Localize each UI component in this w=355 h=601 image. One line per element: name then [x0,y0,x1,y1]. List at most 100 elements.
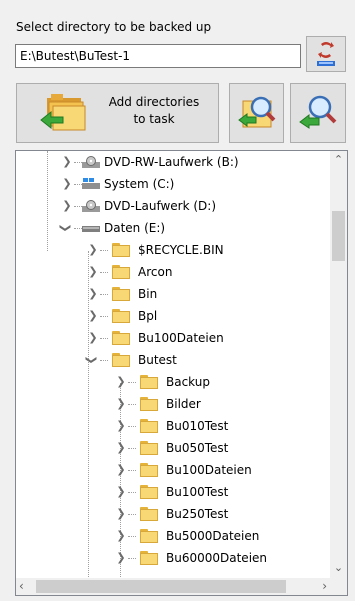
folder-icon [140,441,158,455]
tree-item-folder[interactable]: ❯ Bu100Dateien [16,459,326,481]
chevron-right-icon[interactable]: ❯ [116,415,126,437]
tree-item-drive-b[interactable]: ❯ DVD-RW-Laufwerk (B:) [16,151,326,173]
folder-icon [140,507,158,521]
tree-connector [100,250,108,251]
chevron-down-icon[interactable]: ❯ [54,223,76,233]
folder-icon [140,463,158,477]
search-arrow-button[interactable] [290,83,346,143]
tree-item-drive-e[interactable]: ❯ Daten (E:) [16,217,326,239]
chevron-right-icon[interactable]: ❯ [88,327,98,349]
chevron-right-icon[interactable]: ❯ [88,305,98,327]
folder-icon [140,419,158,433]
tree-item-label: Bu050Test [166,441,229,455]
tree-item-folder-expanded[interactable]: ❯ Butest [16,349,326,371]
tree-connector [74,184,82,185]
tree-connector [100,338,108,339]
folder-icon [112,353,130,367]
refresh-drive-icon [317,42,335,66]
tree-item-label: Bin [138,287,158,301]
tree-connector [128,448,136,449]
scroll-left-icon[interactable]: ‹ [19,578,24,595]
tree-item-folder[interactable]: ❯ Bu100Dateien [16,327,326,349]
chevron-down-icon[interactable]: ❯ [80,355,102,365]
tree-item-folder[interactable]: ❯ Bu60000Dateien [16,547,326,569]
tree-connector [128,382,136,383]
chevron-right-icon[interactable]: ❯ [116,459,126,481]
tree-item-folder[interactable]: ❯ Bu250Test [16,503,326,525]
tree-connector [128,404,136,405]
directory-tree[interactable]: ❯ DVD-RW-Laufwerk (B:) ❯ System (C:) ❯ D… [15,150,348,596]
chevron-right-icon[interactable]: ❯ [88,283,98,305]
tree-item-drive-c[interactable]: ❯ System (C:) [16,173,326,195]
scroll-down-icon[interactable]: ⌄ [330,561,347,577]
tree-connector [128,492,136,493]
tree-item-label: Daten (E:) [104,221,166,235]
hard-drive-icon [82,226,100,232]
tree-item-label: DVD-Laufwerk (D:) [104,199,217,213]
tree-connector [100,360,108,361]
tree-connector [100,272,108,273]
horizontal-scrollbar[interactable]: ‹ › [16,578,347,595]
vertical-scroll-thumb[interactable] [332,211,345,261]
dvd-drive-icon [82,200,100,212]
tree-item-folder[interactable]: ❯ Bin [16,283,326,305]
tree-connector [100,294,108,295]
tree-item-label: Butest [138,353,177,367]
tree-item-folder[interactable]: ❯ $RECYCLE.BIN [16,239,326,261]
folder-icon [112,287,130,301]
chevron-right-icon[interactable]: ❯ [116,371,126,393]
tree-connector [128,470,136,471]
directory-path-input[interactable] [15,44,301,68]
chevron-right-icon[interactable]: ❯ [116,503,126,525]
chevron-right-icon[interactable]: ❯ [116,437,126,459]
tree-item-label: Bu250Test [166,507,229,521]
tree-connector [128,514,136,515]
add-directories-label-line2: to task [133,112,175,126]
folder-icon [140,485,158,499]
folder-icon [112,265,130,279]
tree-connector [128,558,136,559]
add-folders-icon [40,94,86,131]
tree-item-folder[interactable]: ❯ Bpl [16,305,326,327]
chevron-right-icon[interactable]: ❯ [62,195,72,217]
folder-icon [140,375,158,389]
tree-connector [74,228,82,229]
tree-item-folder[interactable]: ❯ Bu100Test [16,481,326,503]
dvd-drive-icon [82,156,100,168]
chevron-right-icon[interactable]: ❯ [88,261,98,283]
vertical-scrollbar[interactable]: ⌃ ⌄ [330,151,347,579]
tree-item-folder[interactable]: ❯ Bilder [16,393,326,415]
folder-icon [112,309,130,323]
tree-item-label: Bu60000Dateien [166,551,268,565]
tree-item-drive-d[interactable]: ❯ DVD-Laufwerk (D:) [16,195,326,217]
search-add-button[interactable] [229,83,284,143]
folder-icon [140,397,158,411]
chevron-right-icon[interactable]: ❯ [116,481,126,503]
tree-connector [128,536,136,537]
chevron-right-icon[interactable]: ❯ [116,525,126,547]
scroll-up-icon[interactable]: ⌃ [330,153,347,169]
magnifier-arrow-icon [299,95,337,129]
chevron-right-icon[interactable]: ❯ [62,173,72,195]
tree-item-folder[interactable]: ❯ Bu5000Dateien [16,525,326,547]
add-directories-button[interactable]: Add directories to task [16,83,219,143]
tree-item-label: Bu5000Dateien [166,529,260,543]
chevron-right-icon[interactable]: ❯ [62,151,72,173]
tree-item-label: Bu100Dateien [166,463,252,477]
chevron-right-icon[interactable]: ❯ [116,393,126,415]
horizontal-scroll-thumb[interactable] [36,580,286,593]
reset-path-button[interactable] [306,36,346,72]
tree-item-folder[interactable]: ❯ Bu050Test [16,437,326,459]
tree-item-folder[interactable]: ❯ Backup [16,371,326,393]
scroll-right-icon[interactable]: › [322,578,327,595]
tree-item-label: Bilder [166,397,201,411]
chevron-right-icon[interactable]: ❯ [116,547,126,569]
tree-item-folder[interactable]: ❯ Bu010Test [16,415,326,437]
tree-connector [100,316,108,317]
chevron-right-icon[interactable]: ❯ [88,239,98,261]
tree-item-folder[interactable]: ❯ Arcon [16,261,326,283]
tree-item-label: $RECYCLE.BIN [138,243,224,257]
tree-item-label: Backup [166,375,210,389]
tree-connector [74,162,82,163]
tree-item-label: Bu100Dateien [138,331,224,345]
